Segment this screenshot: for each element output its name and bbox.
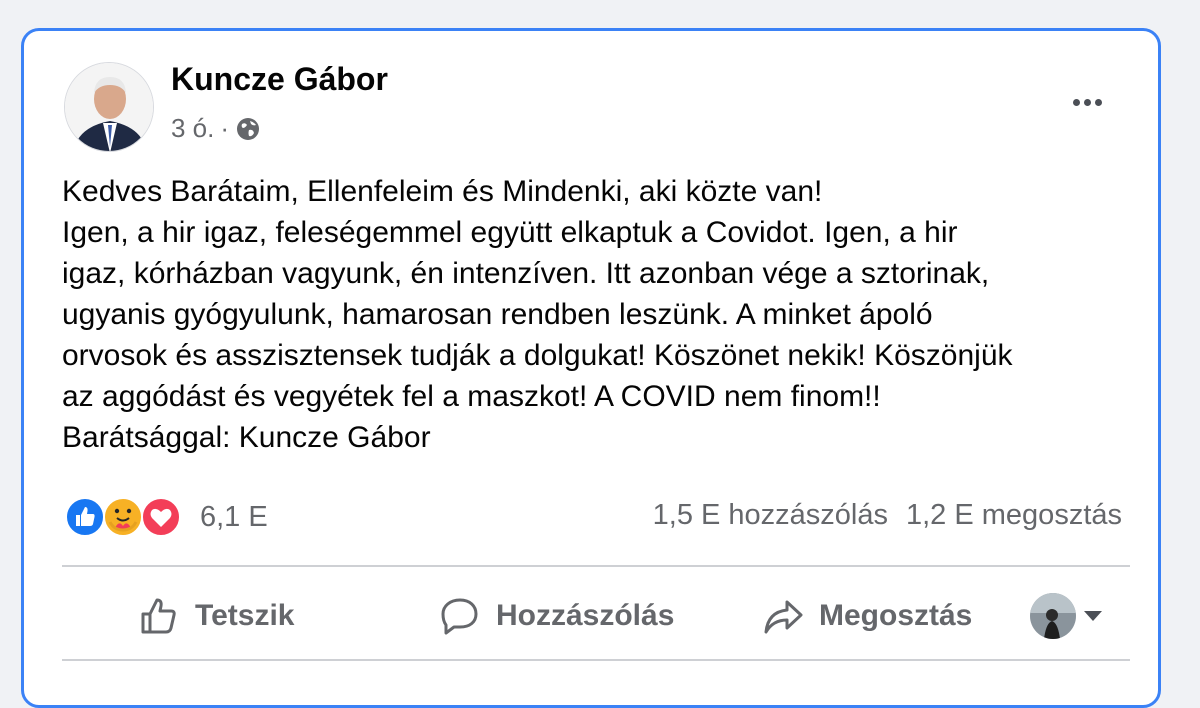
share-count[interactable]: 1,2 E megosztás: [906, 499, 1122, 532]
share-label: Megosztás: [819, 599, 973, 632]
post-meta: 3 ó. ·: [171, 113, 261, 144]
post-text-line: orvosok és asszisztensek tudják a dolguk…: [62, 339, 1013, 372]
comment-label: Hozzászólás: [496, 599, 675, 632]
engagement-stats: 1,5 E hozzászólás 1,2 E megosztás: [653, 499, 1122, 532]
comment-icon: [441, 598, 478, 635]
post-text-line: Igen, a hir igaz, feleségemmel együtt el…: [62, 216, 958, 249]
divider: [62, 565, 1130, 567]
meta-separator: ·: [220, 113, 230, 143]
post-card: Kuncze Gábor 3 ó. · Kedves Barátaim, Ell…: [21, 28, 1161, 708]
reaction-icons: [64, 496, 181, 538]
action-bar: Tetszik Hozzászólás Megosztás: [62, 571, 1130, 661]
current-user-avatar: [1030, 593, 1076, 639]
share-button[interactable]: Megosztás: [761, 571, 972, 661]
like-button[interactable]: Tetszik: [137, 571, 294, 661]
post-text-line: ugyanis gyógyulunk, hamarosan rendben le…: [62, 298, 933, 331]
author-name[interactable]: Kuncze Gábor: [171, 61, 388, 98]
globe-icon[interactable]: [235, 116, 261, 142]
post-text-line: igaz, kórházban vagyunk, én intenzíven. …: [62, 257, 990, 290]
thumbs-up-icon: [141, 598, 176, 634]
post-text: Kedves Barátaim, Ellenfeleim és Mindenki…: [62, 171, 1132, 458]
post-text-line: Kedves Barátaim, Ellenfeleim és Mindenki…: [62, 175, 823, 208]
post-time[interactable]: 3 ó.: [171, 113, 214, 144]
reactions-summary[interactable]: 6,1 E: [64, 496, 268, 538]
chevron-down-icon: [1084, 611, 1102, 621]
post-text-line: Barátsággal: Kuncze Gábor: [62, 421, 431, 454]
divider: [62, 659, 1130, 661]
comment-button[interactable]: Hozzászólás: [438, 571, 674, 661]
post-as-selector[interactable]: [1030, 593, 1102, 639]
post-text-line: az aggódást és vegyétek fel a maszkot! A…: [62, 380, 881, 413]
like-reaction-icon: [65, 497, 105, 537]
share-arrow-icon: [764, 600, 803, 634]
like-label: Tetszik: [195, 599, 295, 632]
comment-count[interactable]: 1,5 E hozzászólás: [653, 499, 888, 532]
more-options-icon[interactable]: [1063, 85, 1111, 119]
reaction-count[interactable]: 6,1 E: [200, 501, 268, 534]
care-reaction-icon: [103, 497, 143, 537]
love-reaction-icon: [141, 497, 181, 537]
author-avatar[interactable]: [64, 62, 154, 152]
